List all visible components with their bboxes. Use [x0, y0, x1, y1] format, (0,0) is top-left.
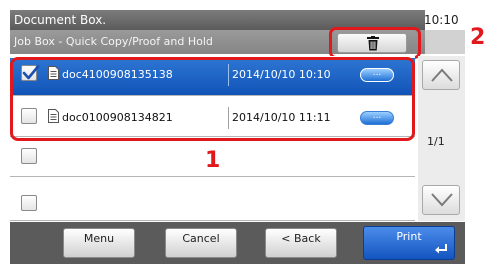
print-label: Print	[396, 230, 422, 243]
empty-checkbox[interactable]	[21, 195, 37, 211]
clock: 10:10	[424, 13, 459, 27]
empty-checkbox[interactable]	[21, 148, 37, 164]
trash-icon	[367, 36, 379, 51]
subtitle-bar-end	[425, 30, 465, 54]
delete-button[interactable]	[337, 33, 407, 53]
cancel-button[interactable]: Cancel	[165, 228, 237, 258]
enter-icon	[435, 244, 447, 254]
file-date: 2014/10/10 10:10	[232, 68, 331, 81]
back-button[interactable]: < Back	[265, 228, 337, 258]
scroll-down-button[interactable]	[422, 185, 460, 215]
chevron-down-icon	[431, 193, 453, 207]
file-date: 2014/10/10 11:11	[232, 111, 331, 124]
list-item-empty	[10, 177, 415, 221]
file-name: doc0100908134821	[62, 111, 173, 124]
print-button[interactable]: Print	[363, 226, 455, 260]
checkbox-checked-icon	[22, 65, 40, 80]
callout-number-2: 2	[470, 25, 486, 50]
document-icon	[48, 66, 59, 80]
document-icon	[48, 109, 59, 123]
file-checkbox[interactable]	[21, 65, 40, 81]
chevron-up-icon	[431, 68, 453, 82]
window-title: Document Box.	[14, 13, 107, 27]
file-name: doc4100908135138	[62, 68, 173, 81]
breadcrumb: Job Box - Quick Copy/Proof and Hold	[14, 35, 213, 48]
scroll-up-button[interactable]	[422, 60, 460, 90]
page-indicator: 1/1	[427, 135, 445, 148]
file-checkbox[interactable]	[21, 108, 37, 124]
details-button[interactable]: ...	[360, 68, 394, 82]
column-divider	[228, 107, 229, 129]
menu-button[interactable]: Menu	[63, 228, 135, 258]
details-button[interactable]: ...	[360, 111, 394, 125]
callout-number-1: 1	[205, 148, 221, 173]
column-divider	[228, 64, 229, 86]
